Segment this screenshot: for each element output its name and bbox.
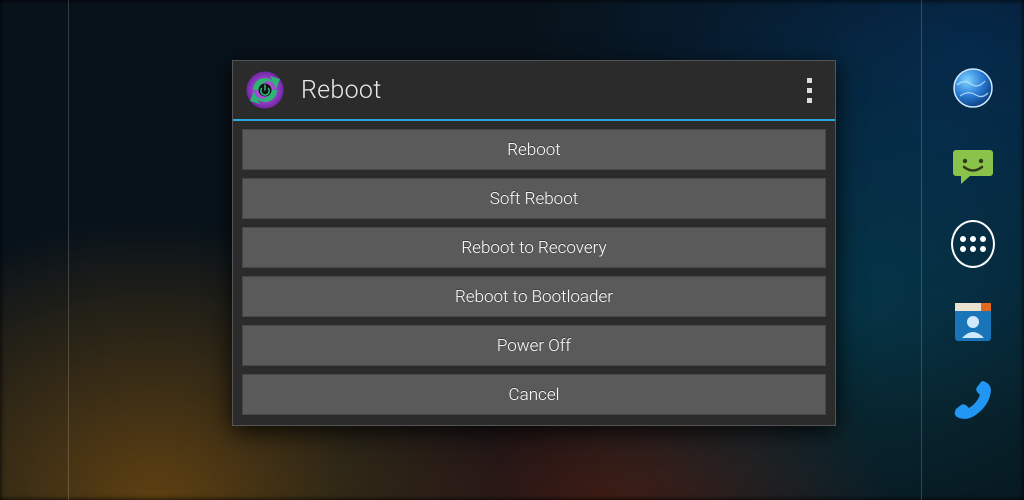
page-divider-right (921, 0, 922, 500)
reboot-to-bootloader-button[interactable]: Reboot to Bootloader (242, 276, 826, 317)
page-divider-left (68, 0, 69, 500)
browser-icon[interactable] (951, 66, 995, 110)
overflow-menu-button[interactable] (797, 70, 821, 110)
dialog-body: Reboot Soft Reboot Reboot to Recovery Re… (233, 121, 835, 425)
dialog-header: Reboot (233, 61, 835, 121)
contacts-icon[interactable] (951, 300, 995, 344)
soft-reboot-button[interactable]: Soft Reboot (242, 178, 826, 219)
reboot-button[interactable]: Reboot (242, 129, 826, 170)
reboot-dialog: Reboot Reboot Soft Reboot Reboot to Reco… (232, 60, 836, 426)
reboot-app-icon (243, 68, 287, 112)
app-drawer-icon[interactable] (951, 222, 995, 266)
messaging-icon[interactable] (951, 144, 995, 188)
dock (944, 66, 1002, 422)
cancel-button[interactable]: Cancel (242, 374, 826, 415)
dialog-title: Reboot (301, 76, 797, 105)
reboot-to-recovery-button[interactable]: Reboot to Recovery (242, 227, 826, 268)
phone-icon[interactable] (951, 378, 995, 422)
power-off-button[interactable]: Power Off (242, 325, 826, 366)
